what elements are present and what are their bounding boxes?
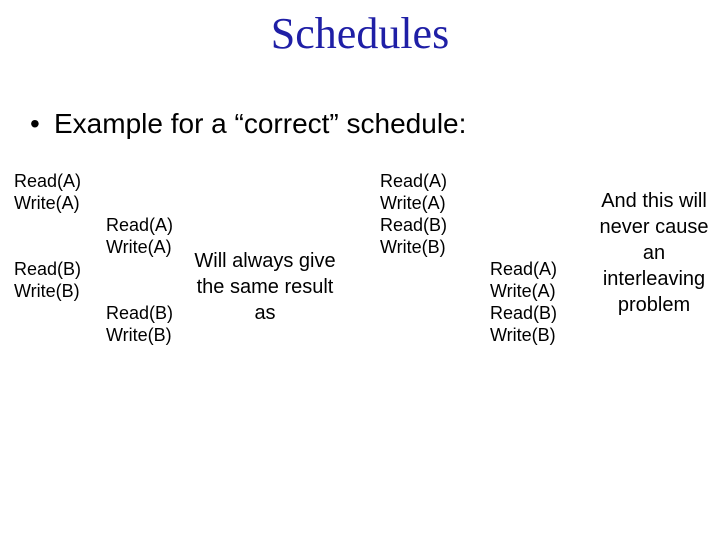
- right-t2-op1: Read(A): [490, 258, 557, 280]
- left-t2-op3: Read(B): [106, 302, 173, 324]
- left-t2-op1: Read(A): [106, 214, 173, 236]
- right-t1-op2: Write(A): [380, 192, 446, 214]
- left-t1-op2: Write(A): [14, 192, 80, 214]
- right-t1-op3: Read(B): [380, 214, 447, 236]
- bullet-dot: •: [30, 108, 54, 140]
- slide-title: Schedules: [0, 8, 720, 59]
- left-t2-op2: Write(A): [106, 236, 172, 258]
- bullet-line: •Example for a “correct” schedule:: [30, 108, 466, 140]
- right-t2-op2: Write(A): [490, 280, 556, 302]
- right-caption: And this will never cause an interleavin…: [590, 188, 718, 318]
- bullet-text: Example for a “correct” schedule:: [54, 108, 466, 139]
- right-t1-op4: Write(B): [380, 236, 446, 258]
- left-t1-op1: Read(A): [14, 170, 81, 192]
- mid-caption: Will always give the same result as: [190, 248, 340, 326]
- right-t2-op4: Write(B): [490, 324, 556, 346]
- slide: Schedules •Example for a “correct” sched…: [0, 0, 720, 540]
- left-t2-op4: Write(B): [106, 324, 172, 346]
- right-t1-op1: Read(A): [380, 170, 447, 192]
- right-t2-op3: Read(B): [490, 302, 557, 324]
- left-t1-op4: Write(B): [14, 280, 80, 302]
- left-t1-op3: Read(B): [14, 258, 81, 280]
